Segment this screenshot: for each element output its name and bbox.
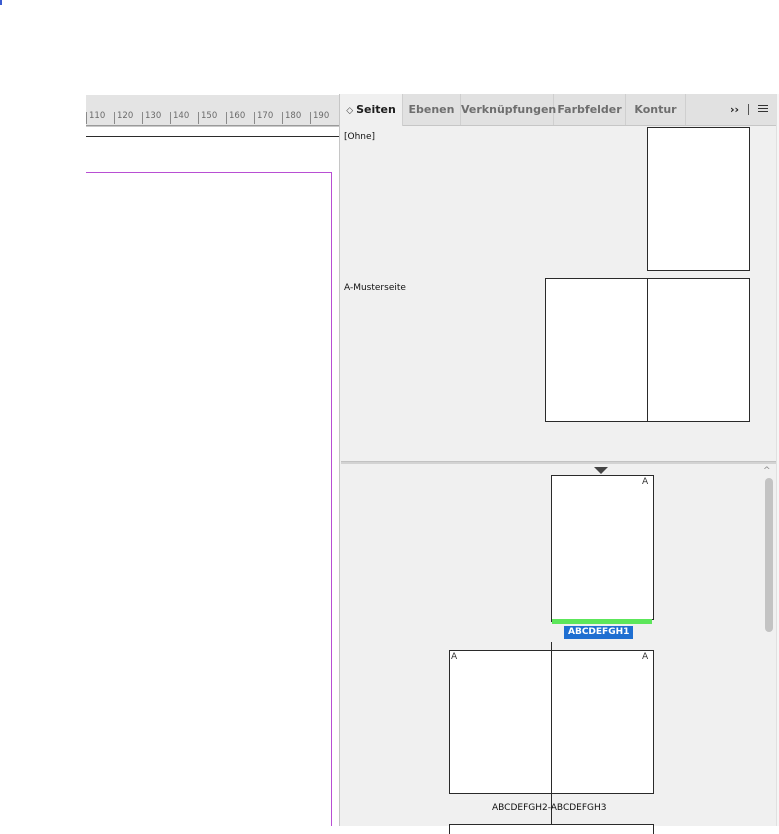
margin-guide-top [86, 172, 332, 173]
panel-section-divider[interactable] [341, 461, 779, 464]
ruler-tick: 190 [310, 112, 329, 124]
tab-stroke[interactable]: Kontur [626, 94, 686, 125]
master-a-spine [647, 278, 648, 422]
corner-mark [0, 0, 2, 5]
page-2-master-letter: A [451, 652, 458, 662]
ruler-baseline [86, 125, 339, 126]
ruler-tick: 170 [254, 112, 273, 124]
master-a-label[interactable]: A-Musterseite [344, 283, 406, 293]
current-spread-caret-icon [594, 467, 608, 474]
tab-layers[interactable]: Ebenen [403, 94, 461, 125]
tab-separator [748, 104, 749, 115]
master-none-label[interactable]: [Ohne] [344, 132, 375, 142]
tab-links[interactable]: Verknüpfungen [461, 94, 556, 125]
pages-scrollbar[interactable]: ^ [762, 466, 776, 826]
scroll-up-icon[interactable]: ^ [763, 466, 771, 476]
page-1-master-letter: A [642, 477, 649, 487]
ruler-tick: 150 [198, 112, 217, 124]
page-1-thumbnail[interactable] [551, 475, 654, 620]
tab-swatches[interactable]: Farbfelder [554, 94, 626, 125]
ruler-tick: 110 [86, 112, 105, 124]
ruler-tick: 180 [282, 112, 301, 124]
ruler-tick: 140 [170, 112, 189, 124]
tab-pages[interactable]: ◇ Seiten [340, 94, 403, 126]
pages-panel: ◇ Seiten Ebenen Verknüpfungen Farbfelder … [339, 94, 779, 834]
spread-spine [551, 642, 552, 826]
panel-tab-bar: ◇ Seiten Ebenen Verknüpfungen Farbfelder … [340, 94, 779, 126]
tab-label: Seiten [356, 103, 396, 116]
page-1-label[interactable]: ABCDEFGH1 [564, 626, 634, 639]
margin-guide-right [331, 172, 332, 826]
spread-2-3-label[interactable]: ABCDEFGH2-ABCDEFGH3 [492, 803, 607, 813]
master-none-thumbnail[interactable] [647, 127, 750, 271]
current-page-indicator [552, 619, 652, 624]
ruler-tick: 120 [114, 112, 133, 124]
page-edge-line [86, 136, 339, 137]
scroll-thumb[interactable] [765, 478, 773, 632]
horizontal-ruler[interactable]: 110 120 130 140 150 160 170 180 190 [86, 95, 339, 127]
more-tabs-button[interactable]: ›› [730, 94, 739, 125]
ruler-tick: 130 [142, 112, 161, 124]
page-3-master-letter: A [642, 652, 649, 662]
expand-collapse-icon: ◇ [346, 106, 354, 116]
ruler-tick: 160 [226, 112, 245, 124]
panel-menu-icon[interactable] [758, 105, 768, 113]
